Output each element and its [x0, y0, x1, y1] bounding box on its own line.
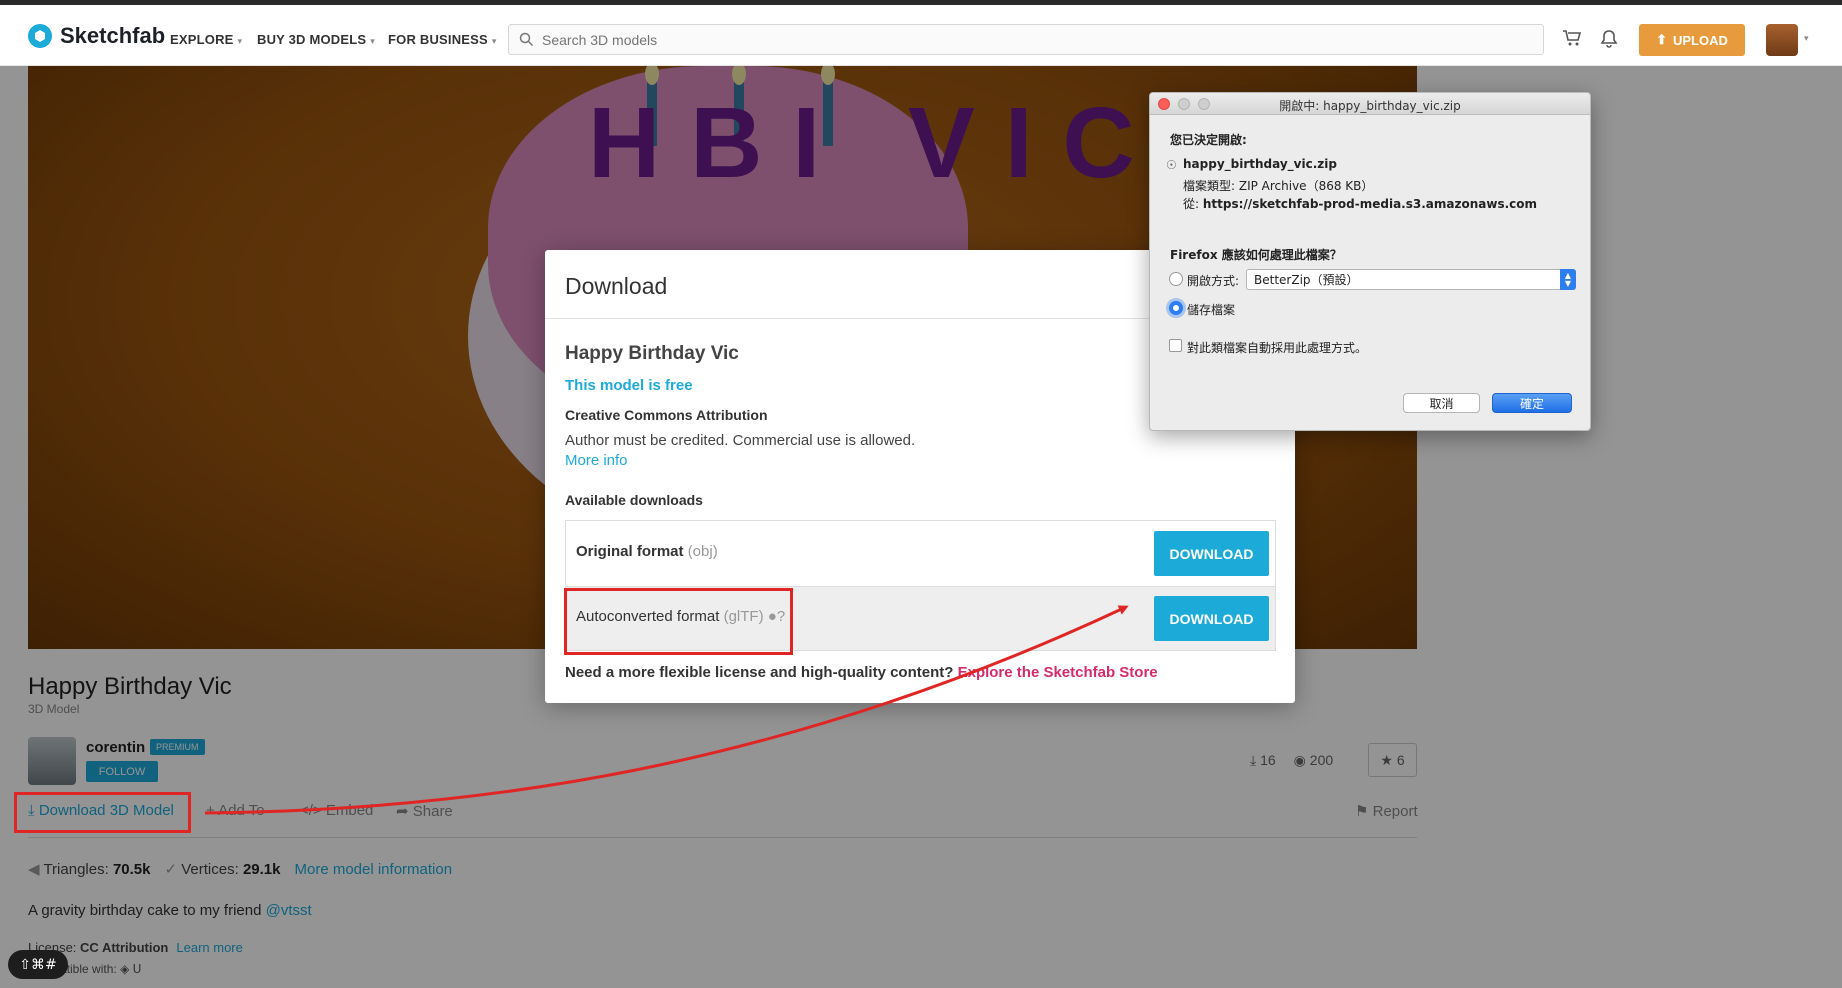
annotation-arrow [204, 605, 1129, 815]
keyboard-shortcut-badge: ⇧⌘# [8, 950, 68, 979]
